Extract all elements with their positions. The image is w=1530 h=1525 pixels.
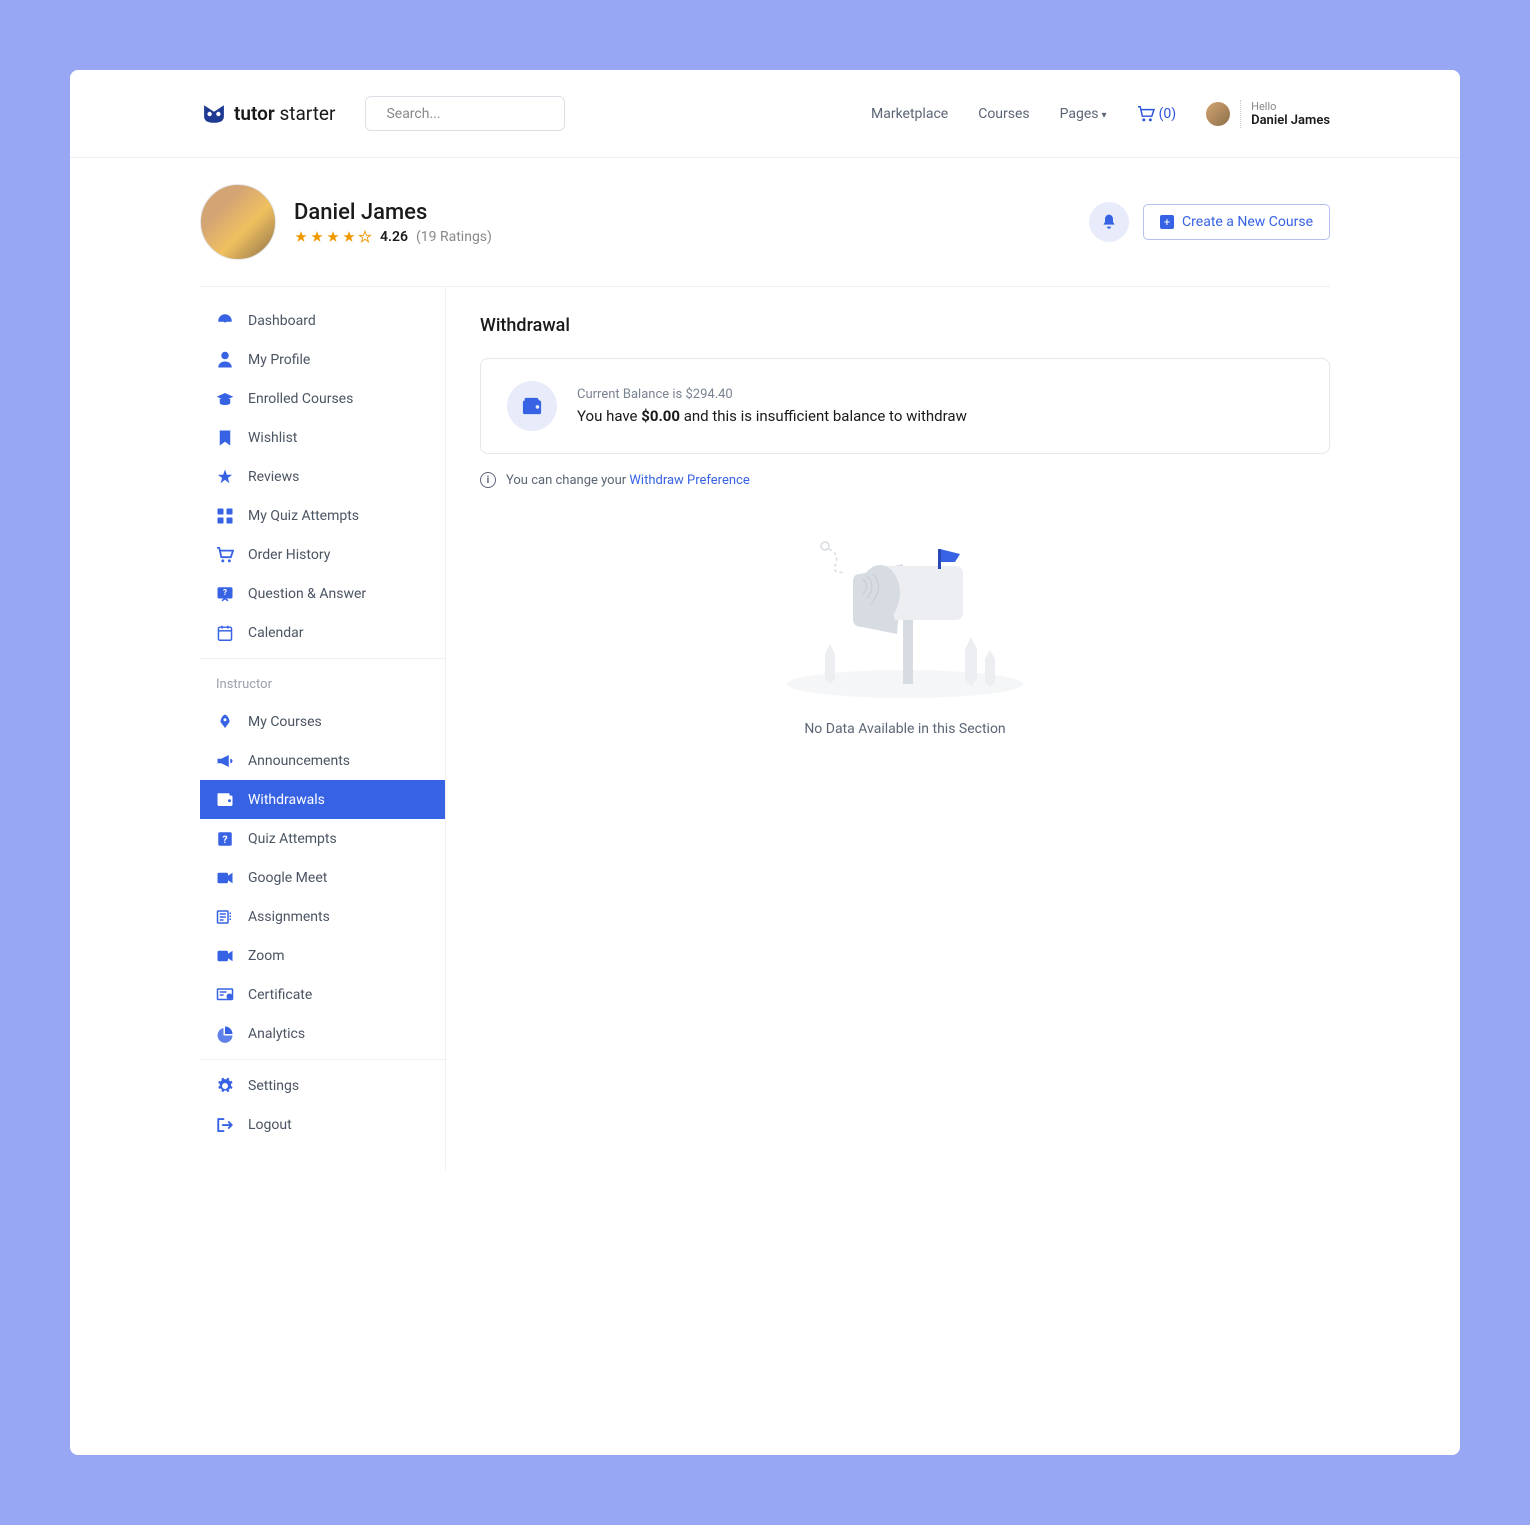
nav-links: Marketplace Courses Pages▾ (0) Hello Dan…	[871, 100, 1330, 128]
bookmark-icon	[216, 429, 234, 447]
search-box[interactable]	[365, 96, 565, 131]
cart-icon	[1137, 106, 1155, 122]
logo-text-1: tutor	[234, 102, 275, 125]
profile-name: Daniel James	[294, 200, 492, 225]
gear-icon	[216, 1077, 234, 1095]
header: tutor starter Marketplace Courses Pages▾…	[70, 70, 1460, 158]
quiz-icon	[216, 507, 234, 525]
app-container: tutor starter Marketplace Courses Pages▾…	[70, 70, 1460, 1455]
certificate-icon	[216, 986, 234, 1004]
main-content: Withdrawal Current Balance is $294.40 Yo…	[446, 286, 1330, 1170]
rating-count: (19 Ratings)	[416, 229, 492, 245]
star-icon	[342, 230, 356, 244]
mailbox-illustration	[785, 524, 1025, 699]
list-icon	[216, 908, 234, 926]
sidebar-item-analytics[interactable]: Analytics	[200, 1014, 445, 1053]
sidebar-item-google-meet[interactable]: Google Meet	[200, 858, 445, 897]
svg-text:?: ?	[222, 832, 227, 845]
rocket-icon	[216, 713, 234, 731]
sidebar-item-quiz-attempts[interactable]: ?Quiz Attempts	[200, 819, 445, 858]
video-icon	[216, 869, 234, 887]
content-area: Dashboard My Profile Enrolled Courses Wi…	[70, 286, 1460, 1170]
avatar-small	[1206, 102, 1230, 126]
megaphone-icon	[216, 752, 234, 770]
sidebar-item-wishlist[interactable]: Wishlist	[200, 418, 445, 457]
sidebar: Dashboard My Profile Enrolled Courses Wi…	[200, 286, 446, 1170]
sidebar-item-question-answer[interactable]: ?Question & Answer	[200, 574, 445, 613]
balance-message: You have $0.00 and this is insufficient …	[577, 407, 967, 425]
sidebar-item-settings[interactable]: Settings	[200, 1066, 445, 1105]
rating-row: 4.26 (19 Ratings)	[294, 229, 492, 245]
sidebar-item-my-courses[interactable]: My Courses	[200, 702, 445, 741]
user-greeting: Hello	[1251, 100, 1330, 113]
sidebar-instructor-heading: Instructor	[200, 665, 445, 702]
info-icon: i	[480, 472, 496, 488]
plus-icon: +	[1160, 215, 1174, 229]
profile-bar: Daniel James 4.26 (19 Ratings)	[70, 158, 1460, 286]
graduation-icon	[216, 390, 234, 408]
sidebar-item-logout[interactable]: Logout	[200, 1105, 445, 1144]
cart-count: (0)	[1159, 106, 1177, 122]
sidebar-item-assignments[interactable]: Assignments	[200, 897, 445, 936]
logout-icon	[216, 1116, 234, 1134]
balance-card: Current Balance is $294.40 You have $0.0…	[480, 358, 1330, 454]
nav-marketplace[interactable]: Marketplace	[871, 106, 948, 122]
star-icon	[310, 230, 324, 244]
sidebar-item-withdrawals[interactable]: Withdrawals	[200, 780, 445, 819]
sidebar-item-order-history[interactable]: Order History	[200, 535, 445, 574]
question-icon: ?	[216, 585, 234, 603]
help-icon: ?	[216, 830, 234, 848]
sidebar-item-calendar[interactable]: Calendar	[200, 613, 445, 652]
empty-state: No Data Available in this Section	[480, 524, 1330, 737]
wallet-icon	[216, 791, 234, 809]
sidebar-item-enrolled-courses[interactable]: Enrolled Courses	[200, 379, 445, 418]
star-icon	[294, 230, 308, 244]
sidebar-item-my-quiz-attempts[interactable]: My Quiz Attempts	[200, 496, 445, 535]
cart-link[interactable]: (0)	[1137, 106, 1177, 122]
user-info[interactable]: Hello Daniel James	[1206, 100, 1330, 128]
dashboard-icon	[216, 312, 234, 330]
video-icon	[216, 947, 234, 965]
bell-icon	[1101, 213, 1117, 231]
nav-courses[interactable]: Courses	[978, 106, 1029, 122]
rating-number: 4.26	[380, 229, 408, 245]
calendar-icon	[216, 624, 234, 642]
chevron-down-icon: ▾	[1102, 110, 1107, 121]
wallet-icon	[521, 396, 543, 416]
logo[interactable]: tutor starter	[200, 102, 335, 125]
pie-chart-icon	[216, 1025, 234, 1043]
stars	[294, 230, 372, 244]
sidebar-item-dashboard[interactable]: Dashboard	[200, 301, 445, 340]
sidebar-item-certificate[interactable]: Certificate	[200, 975, 445, 1014]
sidebar-item-reviews[interactable]: Reviews	[200, 457, 445, 496]
page-title: Withdrawal	[480, 315, 1330, 336]
sidebar-item-zoom[interactable]: Zoom	[200, 936, 445, 975]
user-name: Daniel James	[1251, 113, 1330, 128]
cart-icon	[216, 546, 234, 564]
notifications-button[interactable]	[1089, 202, 1129, 242]
preference-row: i You can change your Withdraw Preferenc…	[480, 472, 1330, 488]
sidebar-item-announcements[interactable]: Announcements	[200, 741, 445, 780]
star-icon	[326, 230, 340, 244]
sidebar-item-my-profile[interactable]: My Profile	[200, 340, 445, 379]
star-empty-icon	[358, 230, 372, 244]
star-icon	[216, 468, 234, 486]
empty-text: No Data Available in this Section	[480, 721, 1330, 737]
search-input[interactable]	[386, 106, 564, 122]
owl-icon	[200, 103, 228, 125]
balance-label: Current Balance is $294.40	[577, 387, 967, 402]
nav-pages[interactable]: Pages▾	[1060, 106, 1107, 122]
logo-text-2: starter	[279, 102, 335, 125]
wallet-icon-wrap	[507, 381, 557, 431]
user-icon	[216, 351, 234, 369]
svg-text:?: ?	[223, 587, 227, 597]
withdraw-preference-link[interactable]: Withdraw Preference	[629, 473, 749, 488]
avatar-large	[200, 184, 276, 260]
create-course-button[interactable]: + Create a New Course	[1143, 204, 1330, 240]
